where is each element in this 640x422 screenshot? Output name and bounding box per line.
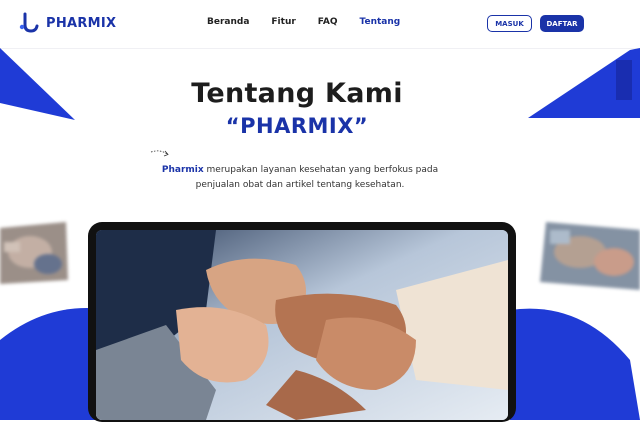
description-line1: merupakan layanan kesehatan yang berfoku… (203, 165, 439, 175)
page-title: Tentang Kami (191, 78, 403, 109)
nav-tentang[interactable]: Tentang (360, 17, 401, 27)
about-description: Pharmix merupakan layanan kesehatan yang… (150, 163, 450, 193)
left-side-photo (0, 222, 68, 284)
laptop-screen (96, 230, 508, 420)
nav-beranda[interactable]: Beranda (207, 17, 249, 27)
nav-faq[interactable]: FAQ (318, 17, 338, 27)
right-blue-wave (510, 308, 640, 420)
nav-fitur[interactable]: Fitur (271, 17, 295, 27)
page-subtitle: “PHARMIX” (225, 114, 369, 138)
teamwork-hands-image (96, 230, 508, 420)
brand-name: PHARMIX (46, 15, 117, 31)
pharmix-logo-icon (19, 12, 39, 33)
arrow-doodle-icon (150, 150, 169, 157)
brand-logo[interactable]: PHARMIX (18, 12, 116, 34)
register-button[interactable]: DAFTAR (540, 15, 584, 32)
top-navbar: PHARMIX Beranda Fitur FAQ Tentang MASUK … (0, 0, 640, 49)
description-brand: Pharmix (161, 165, 204, 175)
main-nav: Beranda Fitur FAQ Tentang (207, 17, 400, 27)
right-side-photo (540, 222, 640, 290)
description-line2: penjualan obat dan artikel tentang keseh… (195, 180, 405, 190)
login-button[interactable]: MASUK (487, 15, 532, 32)
